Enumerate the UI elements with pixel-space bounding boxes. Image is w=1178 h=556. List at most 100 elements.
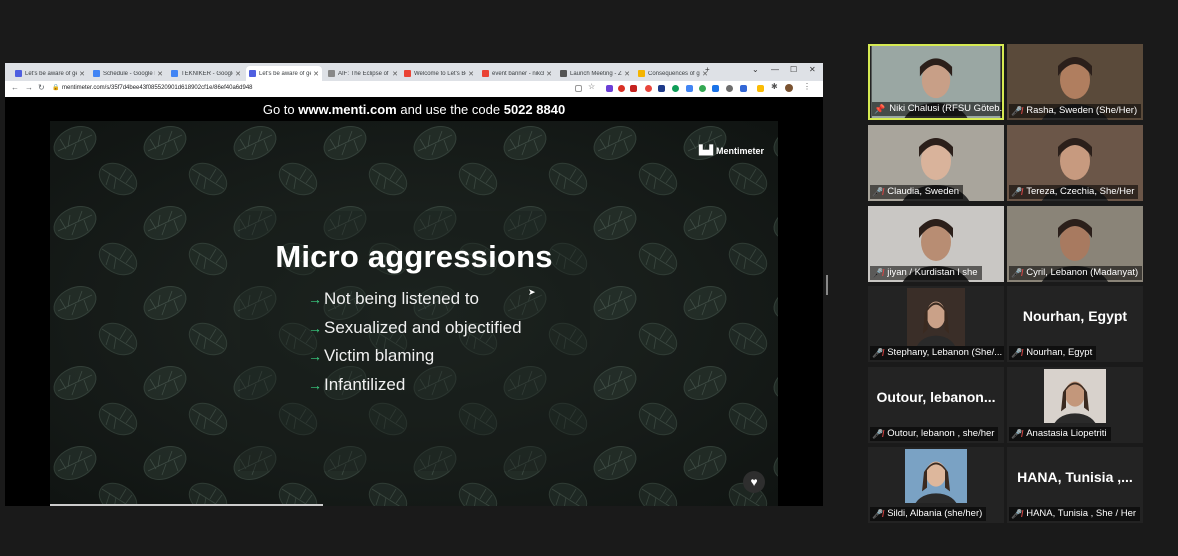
extension-icon[interactable] (606, 85, 613, 92)
participant-name-label: 🎤̸ HANA, Tunisia , She / Her (1009, 507, 1141, 521)
join-code: 5022 8840 (503, 102, 566, 117)
participant-tile[interactable]: 🎤̸ Sildi, Albania (she/her) (868, 447, 1004, 523)
participant-name: HANA, Tunisia , She / Her (1026, 508, 1137, 519)
tab-title: Welcome to Let's Be (414, 70, 467, 77)
bullet-item: → Sexualized and objectified (308, 314, 522, 343)
close-tab-icon[interactable]: ✕ (235, 70, 241, 78)
participant-name-label: 🎤̸ Anastasia Liopetriti (1009, 427, 1111, 441)
close-tab-icon[interactable]: ✕ (546, 70, 552, 78)
extension-icon[interactable] (712, 85, 719, 92)
muted-mic-icon: 🎤̸ (872, 509, 884, 519)
close-tab-icon[interactable]: ✕ (157, 70, 163, 78)
extension-icon[interactable] (645, 85, 652, 92)
forward-icon[interactable]: → (25, 83, 33, 92)
participant-tile[interactable]: 📌 Niki Chalusi (RFSU Göteb... (868, 44, 1004, 120)
menu-icon[interactable]: ⋮ (803, 82, 811, 91)
mentimeter-logo: ▙▟ Mentimeter (699, 145, 764, 156)
close-tab-icon[interactable]: ✕ (79, 70, 85, 78)
extension-icon[interactable] (699, 85, 706, 92)
share-icon[interactable] (575, 85, 582, 92)
participant-name-label: 🎤̸ Tereza, Czechia, She/Her (1009, 185, 1139, 199)
browser-window: Let's be aware of ge ✕ Schedule - Google D… (5, 63, 823, 506)
heart-reaction-button[interactable]: ♥ (743, 471, 765, 493)
bullet-item: → Not being listened to (308, 285, 522, 314)
muted-mic-icon: 🎤̸ (872, 187, 884, 197)
participant-tile[interactable]: 🎤̸ Rasha, Sweden (She/Her) (1007, 44, 1143, 120)
muted-mic-icon: 🎤̸ (1011, 429, 1023, 439)
close-tab-icon[interactable]: ✕ (392, 70, 398, 78)
participant-tile[interactable]: 🎤̸ Cyril, Lebanon (Madanyat) (1007, 206, 1143, 282)
browser-tab[interactable]: Welcome to Let's Be ✕ (401, 66, 477, 81)
browser-tab[interactable]: TEKNIKER - Google D✕ (168, 66, 244, 81)
extension-icon[interactable] (757, 85, 764, 92)
slide-title: Micro aggressions (275, 239, 553, 274)
extension-icon[interactable] (686, 85, 693, 92)
muted-mic-icon: 🎤̸ (872, 348, 884, 358)
profile-avatar[interactable] (785, 84, 793, 92)
participant-tile[interactable]: 🎤̸ Stephany, Lebanon (She/... (868, 286, 1004, 362)
tab-favicon (171, 70, 178, 77)
tab-favicon (249, 70, 256, 77)
extension-icon[interactable] (618, 85, 625, 92)
tab-bar: Let's be aware of ge ✕ Schedule - Google D… (5, 63, 823, 81)
arrow-icon: → (308, 348, 322, 365)
close-tab-icon[interactable]: ✕ (313, 70, 319, 78)
browser-tab[interactable]: AIF: The Eclipse of th ✕ (325, 66, 401, 81)
join-code-banner: Go to www.menti.com and use the code 502… (5, 97, 823, 123)
close-tab-icon[interactable]: ✕ (468, 70, 474, 78)
browser-tab[interactable]: event banner - nikch ✕ (479, 66, 555, 81)
panel-resize-handle[interactable] (826, 275, 828, 295)
minimize-icon[interactable]: — (771, 65, 779, 74)
extension-icon[interactable] (658, 85, 665, 92)
bullet-text: Sexualized and objectified (324, 317, 522, 337)
join-instruction-mid: and use the code (396, 102, 504, 117)
bullet-text: Not being listened to (324, 289, 479, 309)
new-tab-button[interactable]: + (705, 65, 710, 74)
muted-mic-icon: 🎤̸ (1011, 509, 1023, 519)
star-icon[interactable]: ☆ (588, 82, 595, 91)
extension-icon[interactable] (672, 85, 679, 92)
bullet-text: Infantilized (324, 374, 406, 394)
participant-tile[interactable]: 🎤̸ jiyan / Kurdistan l she (868, 206, 1004, 282)
participant-tile[interactable]: 🎤̸ Tereza, Czechia, She/Her (1007, 125, 1143, 201)
bullet-item: → Infantilized (308, 371, 522, 400)
muted-mic-icon: 🎤̸ (872, 429, 884, 439)
extensions-puzzle-icon[interactable]: ✱ (771, 82, 778, 91)
url-field[interactable]: mentimeter.com/s/35f7d4bee43f085520901d6… (62, 83, 253, 94)
extension-icon[interactable] (740, 85, 747, 92)
mentimeter-brand: Mentimeter (715, 145, 764, 156)
participant-name-label: 🎤̸ jiyan / Kurdistan l she (870, 266, 982, 280)
profile-photo (1044, 369, 1106, 423)
participant-tile[interactable]: Outour, lebanon... 🎤̸ Outour, lebanon , sh… (868, 367, 1004, 443)
participant-display-name: Nourhan, Egypt (1022, 308, 1128, 324)
reload-icon[interactable]: ↻ (38, 83, 45, 92)
back-icon[interactable]: ← (11, 83, 19, 92)
address-bar: ← → ↻ 🔒 mentimeter.com/s/35f7d4bee43f085… (5, 81, 823, 98)
participant-name: Rasha, Sweden (She/Her) (1026, 105, 1138, 116)
participant-name: Tereza, Czechia, She/Her (1026, 186, 1135, 197)
browser-tab[interactable]: Launch Meeting - Zo ✕ (557, 66, 633, 81)
browser-tab[interactable]: Consequences of ge ✕ (635, 66, 711, 81)
participant-name: Cyril, Lebanon (Madanyat) (1026, 267, 1139, 278)
bullet-text: Victim blaming (324, 346, 435, 366)
browser-tab[interactable]: Let's be aware of ge ✕ (12, 66, 88, 81)
extension-icon[interactable] (630, 85, 637, 92)
extension-icon[interactable] (726, 85, 733, 92)
join-site: www.menti.com (298, 102, 397, 117)
close-tab-icon[interactable]: ✕ (624, 70, 630, 78)
browser-tab[interactable]: Let's be aware of ge ✕ (246, 66, 322, 81)
participant-tile[interactable]: Nourhan, Egypt 🎤̸ Nourhan, Egypt (1007, 286, 1143, 362)
mentimeter-logo-icon: ▙▟ (699, 145, 713, 155)
participant-name-label: 📌 Niki Chalusi (RFSU Göteb... (872, 102, 1002, 116)
participant-name: Nourhan, Egypt (1026, 347, 1093, 358)
participant-tile[interactable]: HANA, Tunisia ,... 🎤̸ HANA, Tunisia , She … (1007, 447, 1143, 523)
participant-tile[interactable]: 🎤̸ Anastasia Liopetriti (1007, 367, 1143, 443)
participant-tile[interactable]: 🎤̸ Claudia, Sweden (868, 125, 1004, 201)
tab-title: Let's be aware of ge (25, 70, 78, 77)
close-window-icon[interactable]: ✕ (809, 65, 816, 74)
tab-search-icon[interactable]: ⌄ (752, 65, 759, 74)
tab-title: Consequences of ge (648, 70, 701, 77)
browser-tab[interactable]: Schedule - Google D ✕ (90, 66, 166, 81)
maximize-icon[interactable]: ☐ (790, 65, 797, 74)
participant-name-label: 🎤̸ Stephany, Lebanon (She/... (870, 346, 1004, 360)
